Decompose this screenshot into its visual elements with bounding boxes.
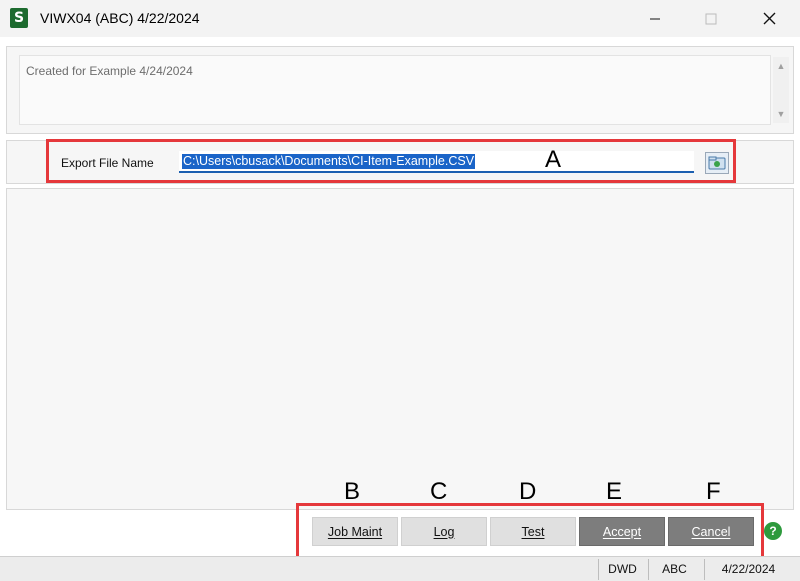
scroll-up-icon[interactable]: ▲: [773, 59, 789, 73]
scroll-down-icon[interactable]: ▼: [773, 107, 789, 121]
status-user: DWD: [598, 559, 646, 580]
annotation-box-buttons: [296, 503, 764, 561]
notes-text: Created for Example 4/24/2024: [26, 64, 193, 78]
close-icon: [763, 12, 775, 25]
annotation-label-f: F: [706, 478, 721, 505]
main-body-panel: [6, 188, 794, 510]
annotation-box-a: [46, 139, 736, 183]
window-title: VIWX04 (ABC) 4/22/2024: [40, 10, 200, 26]
status-date: 4/22/2024: [704, 559, 792, 580]
maximize-icon: [705, 13, 717, 24]
sage-app-icon: S: [10, 8, 28, 28]
annotation-label-d: D: [519, 478, 537, 505]
status-company: ABC: [648, 559, 700, 580]
status-bar: DWD ABC 4/22/2024: [0, 556, 800, 581]
annotation-label-c: C: [430, 478, 448, 505]
maximize-button[interactable]: [688, 0, 734, 37]
notes-panel: Created for Example 4/24/2024 ▲ ▼: [6, 46, 794, 134]
annotation-label-a: A: [545, 146, 562, 173]
close-button[interactable]: [746, 0, 792, 37]
annotation-label-e: E: [606, 478, 623, 505]
title-bar: S VIWX04 (ABC) 4/22/2024: [0, 0, 800, 37]
notes-textarea[interactable]: Created for Example 4/24/2024: [19, 55, 771, 125]
minimize-icon: [650, 18, 660, 19]
notes-scrollbar[interactable]: ▲ ▼: [773, 57, 789, 123]
annotation-label-b: B: [344, 478, 361, 505]
help-icon[interactable]: ?: [764, 522, 782, 540]
minimize-button[interactable]: [632, 0, 678, 37]
